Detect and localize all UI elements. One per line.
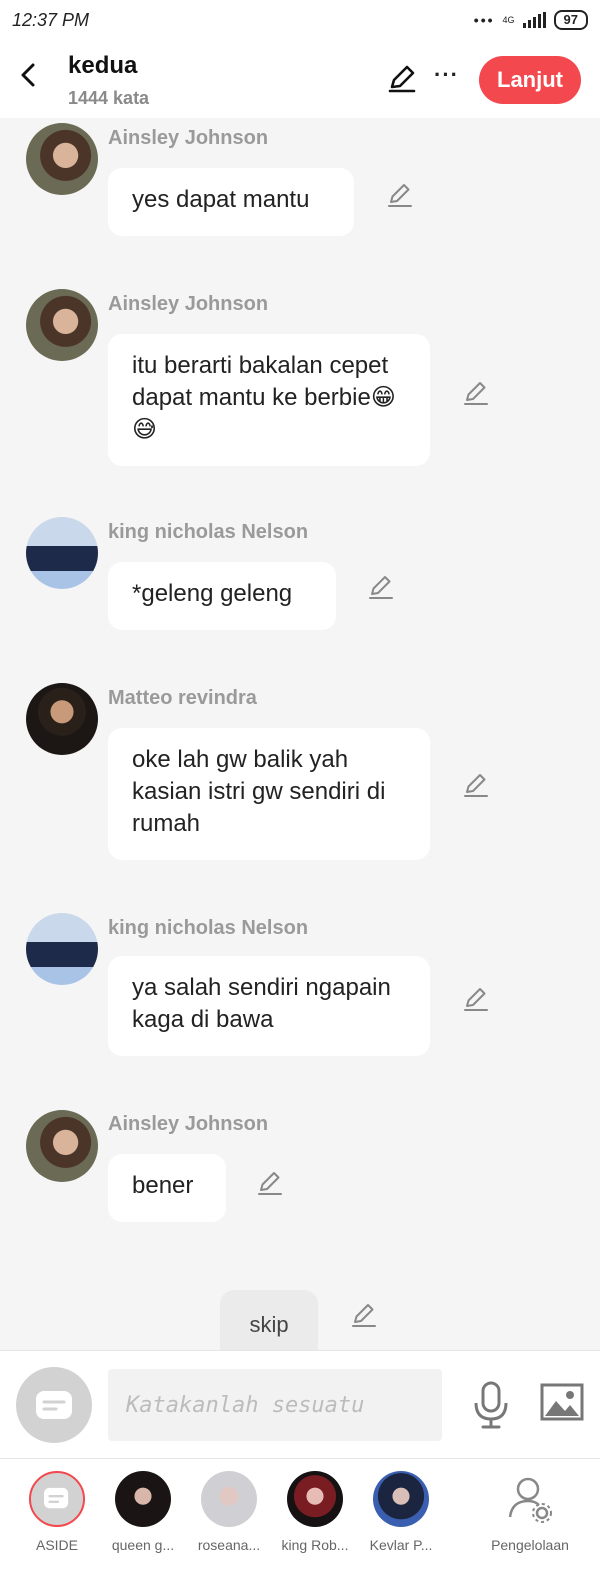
battery-indicator: 97 [553,10,588,30]
avatar[interactable] [26,1110,98,1182]
tab-label: ASIDE [35,1537,78,1553]
back-chevron-icon[interactable] [14,60,44,90]
edit-message-pencil-icon[interactable] [366,572,396,602]
character-avatar [115,1471,171,1527]
tab-manage[interactable]: Pengelolaan [482,1471,578,1553]
more-options-icon[interactable]: ··· [434,62,459,88]
status-time: 12:37 PM [12,10,90,30]
edit-message-pencil-icon[interactable] [461,984,491,1014]
word-count: 1444 kata [68,88,150,108]
tab-label: Pengelolaan [491,1537,569,1553]
edit-pencil-icon[interactable] [386,62,418,94]
message-bubble[interactable]: *geleng geleng [108,562,336,630]
image-icon[interactable] [540,1383,584,1423]
message-bubble-icon [36,1391,72,1419]
signal-icon [522,12,546,28]
tab-character[interactable]: king Rob... [270,1471,360,1553]
avatar[interactable] [26,913,98,985]
edit-message-pencil-icon[interactable] [255,1168,285,1198]
notification-dots-icon: ••• [473,12,495,28]
tab-label: queen g... [111,1537,175,1553]
character-tabs: ASIDE queen g... roseana... king Rob... … [0,1458,600,1571]
composer-bar [0,1350,600,1459]
edit-skip-pencil-icon[interactable] [349,1300,379,1330]
character-avatar [287,1471,343,1527]
message-author: Ainsley Johnson [108,127,269,149]
avatar[interactable] [26,123,98,195]
status-icons: ••• 4G 97 [474,10,588,30]
message-bubble-icon [44,1487,69,1509]
message-input[interactable] [108,1369,442,1441]
story-title: kedua [68,52,138,79]
tab-character[interactable]: roseana... [184,1471,274,1553]
microphone-icon[interactable] [472,1381,510,1429]
network-type: 4G [502,15,515,25]
message-bubble[interactable]: itu berarti bakalan cepet dapat mantu ke… [108,334,430,466]
message-author: Matteo revindra [108,687,257,709]
message-author: Ainsley Johnson [108,1113,269,1135]
message-author: Ainsley Johnson [108,293,269,315]
user-settings-icon [508,1477,552,1523]
chat-mode-button[interactable] [16,1367,92,1443]
message-author: king nicholas Nelson [108,917,309,939]
tab-label: king Rob... [281,1537,349,1553]
character-avatar [201,1471,257,1527]
tab-character[interactable]: queen g... [98,1471,188,1553]
avatar[interactable] [26,517,98,589]
message-author: king nicholas Nelson [108,521,309,543]
avatar[interactable] [26,289,98,361]
tab-label: Kevlar P... [369,1537,433,1553]
tab-label: roseana... [197,1537,261,1553]
tab-aside[interactable]: ASIDE [12,1471,102,1553]
edit-message-pencil-icon[interactable] [461,378,491,408]
message-bubble[interactable]: bener [108,1154,226,1222]
message-bubble[interactable]: yes dapat mantu [108,168,354,236]
aside-avatar [29,1471,85,1527]
character-avatar [373,1471,429,1527]
message-bubble[interactable]: ya salah sendiri ngapain kaga di bawa [108,956,430,1056]
message-bubble[interactable]: oke lah gw balik yah kasian istri gw sen… [108,728,430,860]
status-bar: 12:37 PM ••• 4G 97 [0,0,600,40]
app-header: kedua 1444 kata ··· Lanjut [0,40,600,118]
chat-area[interactable]: Ainsley Johnson yes dapat mantu Ainsley … [0,118,600,1350]
tab-character[interactable]: Kevlar P... [356,1471,446,1553]
edit-message-pencil-icon[interactable] [385,180,415,210]
avatar[interactable] [26,683,98,755]
skip-bubble[interactable]: skip [220,1290,318,1350]
edit-message-pencil-icon[interactable] [461,770,491,800]
next-button[interactable]: Lanjut [479,56,581,104]
